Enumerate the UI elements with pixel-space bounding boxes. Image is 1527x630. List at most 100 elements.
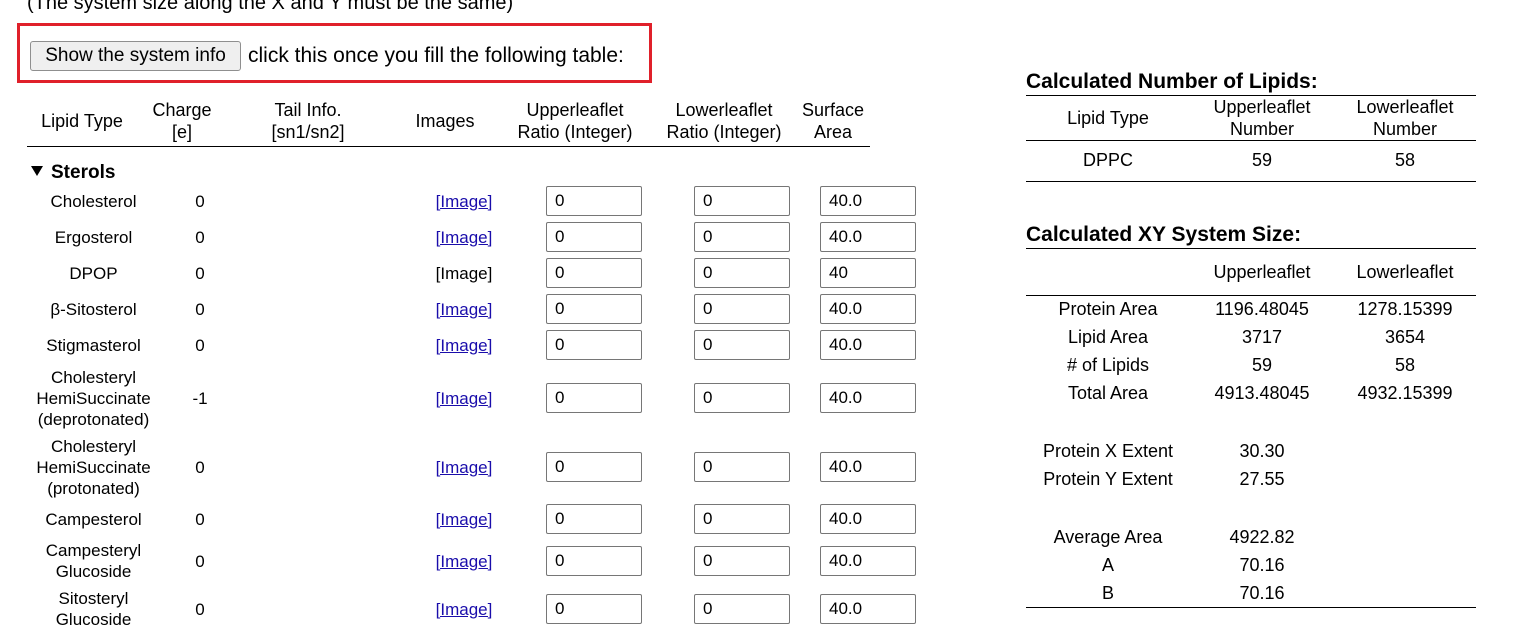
lipid-charge: 0 <box>195 192 205 211</box>
section-sterols-label: Sterols <box>51 162 116 183</box>
lipid-name-line: (deprotonated) <box>37 409 150 429</box>
upper-ratio-input[interactable] <box>546 294 642 324</box>
upper-ratio-input[interactable] <box>546 330 642 360</box>
average-row-label: Average Area <box>1053 527 1163 547</box>
image-link[interactable]: [Image] <box>425 227 503 248</box>
header-upper-ratio: Upperleaflet Ratio (Integer) <box>505 99 645 143</box>
calc-size-top-line <box>1026 248 1476 249</box>
lipid-name-line: Glucoside <box>55 562 132 581</box>
calc-lipids-header-type: Lipid Type <box>1067 108 1149 128</box>
lipid-name-line: Ergosterol <box>54 227 133 247</box>
image-link[interactable]: [Image] <box>425 509 503 530</box>
upper-ratio-input[interactable] <box>546 452 642 482</box>
lipid-name-line: β-Sitosterol <box>50 299 137 319</box>
surface-area-input[interactable] <box>820 546 916 576</box>
lower-ratio-input[interactable] <box>694 383 790 413</box>
lipid-name-line: HemiSuccinate <box>36 388 151 408</box>
extent-row-value: 27.55 <box>1239 469 1285 489</box>
image-link[interactable]: [Image] <box>425 299 503 320</box>
lower-ratio-input[interactable] <box>694 452 790 482</box>
image-link[interactable]: [Image] <box>425 335 503 356</box>
lipid-name-line: DPOP <box>69 263 118 283</box>
lower-ratio-input[interactable] <box>694 504 790 534</box>
lipid-name-line: HemiSuccinate <box>36 457 151 477</box>
calc-lipids-row-type: DPPC <box>1082 150 1133 170</box>
header-lower-line1: Lowerleaflet <box>675 100 773 120</box>
size-row-lower: 58 <box>1394 355 1416 375</box>
header-lipid-type: Lipid Type <box>41 111 123 131</box>
lipid-table-header-divider <box>27 146 870 147</box>
surface-area-input[interactable] <box>820 186 916 216</box>
section-sterols[interactable]: Sterols <box>31 162 115 184</box>
average-row-value: 70.16 <box>1239 555 1285 575</box>
lipid-name-line: (protonated) <box>47 478 140 498</box>
calc-lipids-header-lower-line2: Number <box>1372 119 1438 139</box>
calc-size-header-upper: Upperleaflet <box>1213 262 1311 282</box>
collapse-triangle-icon[interactable] <box>31 165 43 176</box>
header-upper-line1: Upperleaflet <box>526 100 624 120</box>
lipid-name-line: Campesterol <box>45 509 142 529</box>
average-row-value: 70.16 <box>1239 583 1285 603</box>
lipid-charge: 0 <box>195 510 205 529</box>
upper-ratio-input[interactable] <box>546 546 642 576</box>
lipid-charge: 0 <box>195 336 205 355</box>
lipid-charge: 0 <box>195 458 205 477</box>
average-row-value: 4922.82 <box>1229 527 1295 547</box>
upper-ratio-input[interactable] <box>546 594 642 624</box>
lower-ratio-input[interactable] <box>694 546 790 576</box>
show-system-info-button[interactable]: Show the system info <box>30 41 241 71</box>
surface-area-input[interactable] <box>820 258 916 288</box>
header-tail-info: Tail Info. [sn1/sn2] <box>238 99 378 143</box>
lipid-charge: 0 <box>195 600 205 619</box>
average-row-label: A <box>1101 555 1114 575</box>
lipid-name: Cholesteryl HemiSuccinate (protonated) <box>27 436 160 499</box>
lipid-name: Cholesterol <box>27 191 160 212</box>
lower-ratio-input[interactable] <box>694 330 790 360</box>
lipid-name: β-Sitosterol <box>27 299 160 320</box>
calc-size-header-lower: Lowerleaflet <box>1356 262 1454 282</box>
system-info-box: Show the system info click this once you… <box>17 23 652 83</box>
extent-row-label: Protein Y Extent <box>1043 469 1173 489</box>
lipid-name-line: Campesteryl <box>45 541 142 560</box>
lower-ratio-input[interactable] <box>694 222 790 252</box>
upper-ratio-input[interactable] <box>546 258 642 288</box>
lipid-name: Campesterol <box>27 509 160 530</box>
surface-area-input[interactable] <box>820 504 916 534</box>
image-link[interactable]: [Image] <box>425 551 503 572</box>
lower-ratio-input[interactable] <box>694 186 790 216</box>
surface-area-input[interactable] <box>820 294 916 324</box>
size-row-upper: 59 <box>1251 355 1273 375</box>
upper-ratio-input[interactable] <box>546 186 642 216</box>
header-lower-line2: Ratio (Integer) <box>666 122 782 142</box>
header-tail-line2: [sn1/sn2] <box>271 122 345 142</box>
surface-area-input[interactable] <box>820 594 916 624</box>
size-row-label: Lipid Area <box>1067 327 1149 347</box>
size-row-upper: 3717 <box>1241 327 1283 347</box>
image-link[interactable]: [Image] <box>425 388 503 409</box>
upper-ratio-input[interactable] <box>546 504 642 534</box>
size-row-lower: 4932.15399 <box>1357 383 1453 403</box>
lipid-name: Ergosterol <box>27 227 160 248</box>
image-link[interactable]: [Image] <box>425 191 503 212</box>
average-row-label: B <box>1101 583 1114 603</box>
lipid-name: DPOP <box>27 263 160 284</box>
image-link[interactable]: [Image] <box>425 599 503 620</box>
extent-row-label: Protein X Extent <box>1042 441 1174 461</box>
header-images: Images <box>415 111 475 131</box>
upper-ratio-input[interactable] <box>546 383 642 413</box>
lipid-name-line: Cholesterol <box>50 191 137 211</box>
upper-ratio-input[interactable] <box>546 222 642 252</box>
lower-ratio-input[interactable] <box>694 294 790 324</box>
surface-area-input[interactable] <box>820 452 916 482</box>
calc-lipids-header-upper-line1: Upperleaflet <box>1213 97 1311 117</box>
header-surface-area: Surface Area <box>797 99 869 143</box>
lower-ratio-input[interactable] <box>694 594 790 624</box>
header-charge-line1: Charge <box>152 100 212 120</box>
surface-area-input[interactable] <box>820 383 916 413</box>
lower-ratio-input[interactable] <box>694 258 790 288</box>
surface-area-input[interactable] <box>820 222 916 252</box>
calc-size-header-line <box>1026 295 1476 296</box>
lipid-charge: -1 <box>192 389 208 408</box>
image-link[interactable]: [Image] <box>425 457 503 478</box>
surface-area-input[interactable] <box>820 330 916 360</box>
